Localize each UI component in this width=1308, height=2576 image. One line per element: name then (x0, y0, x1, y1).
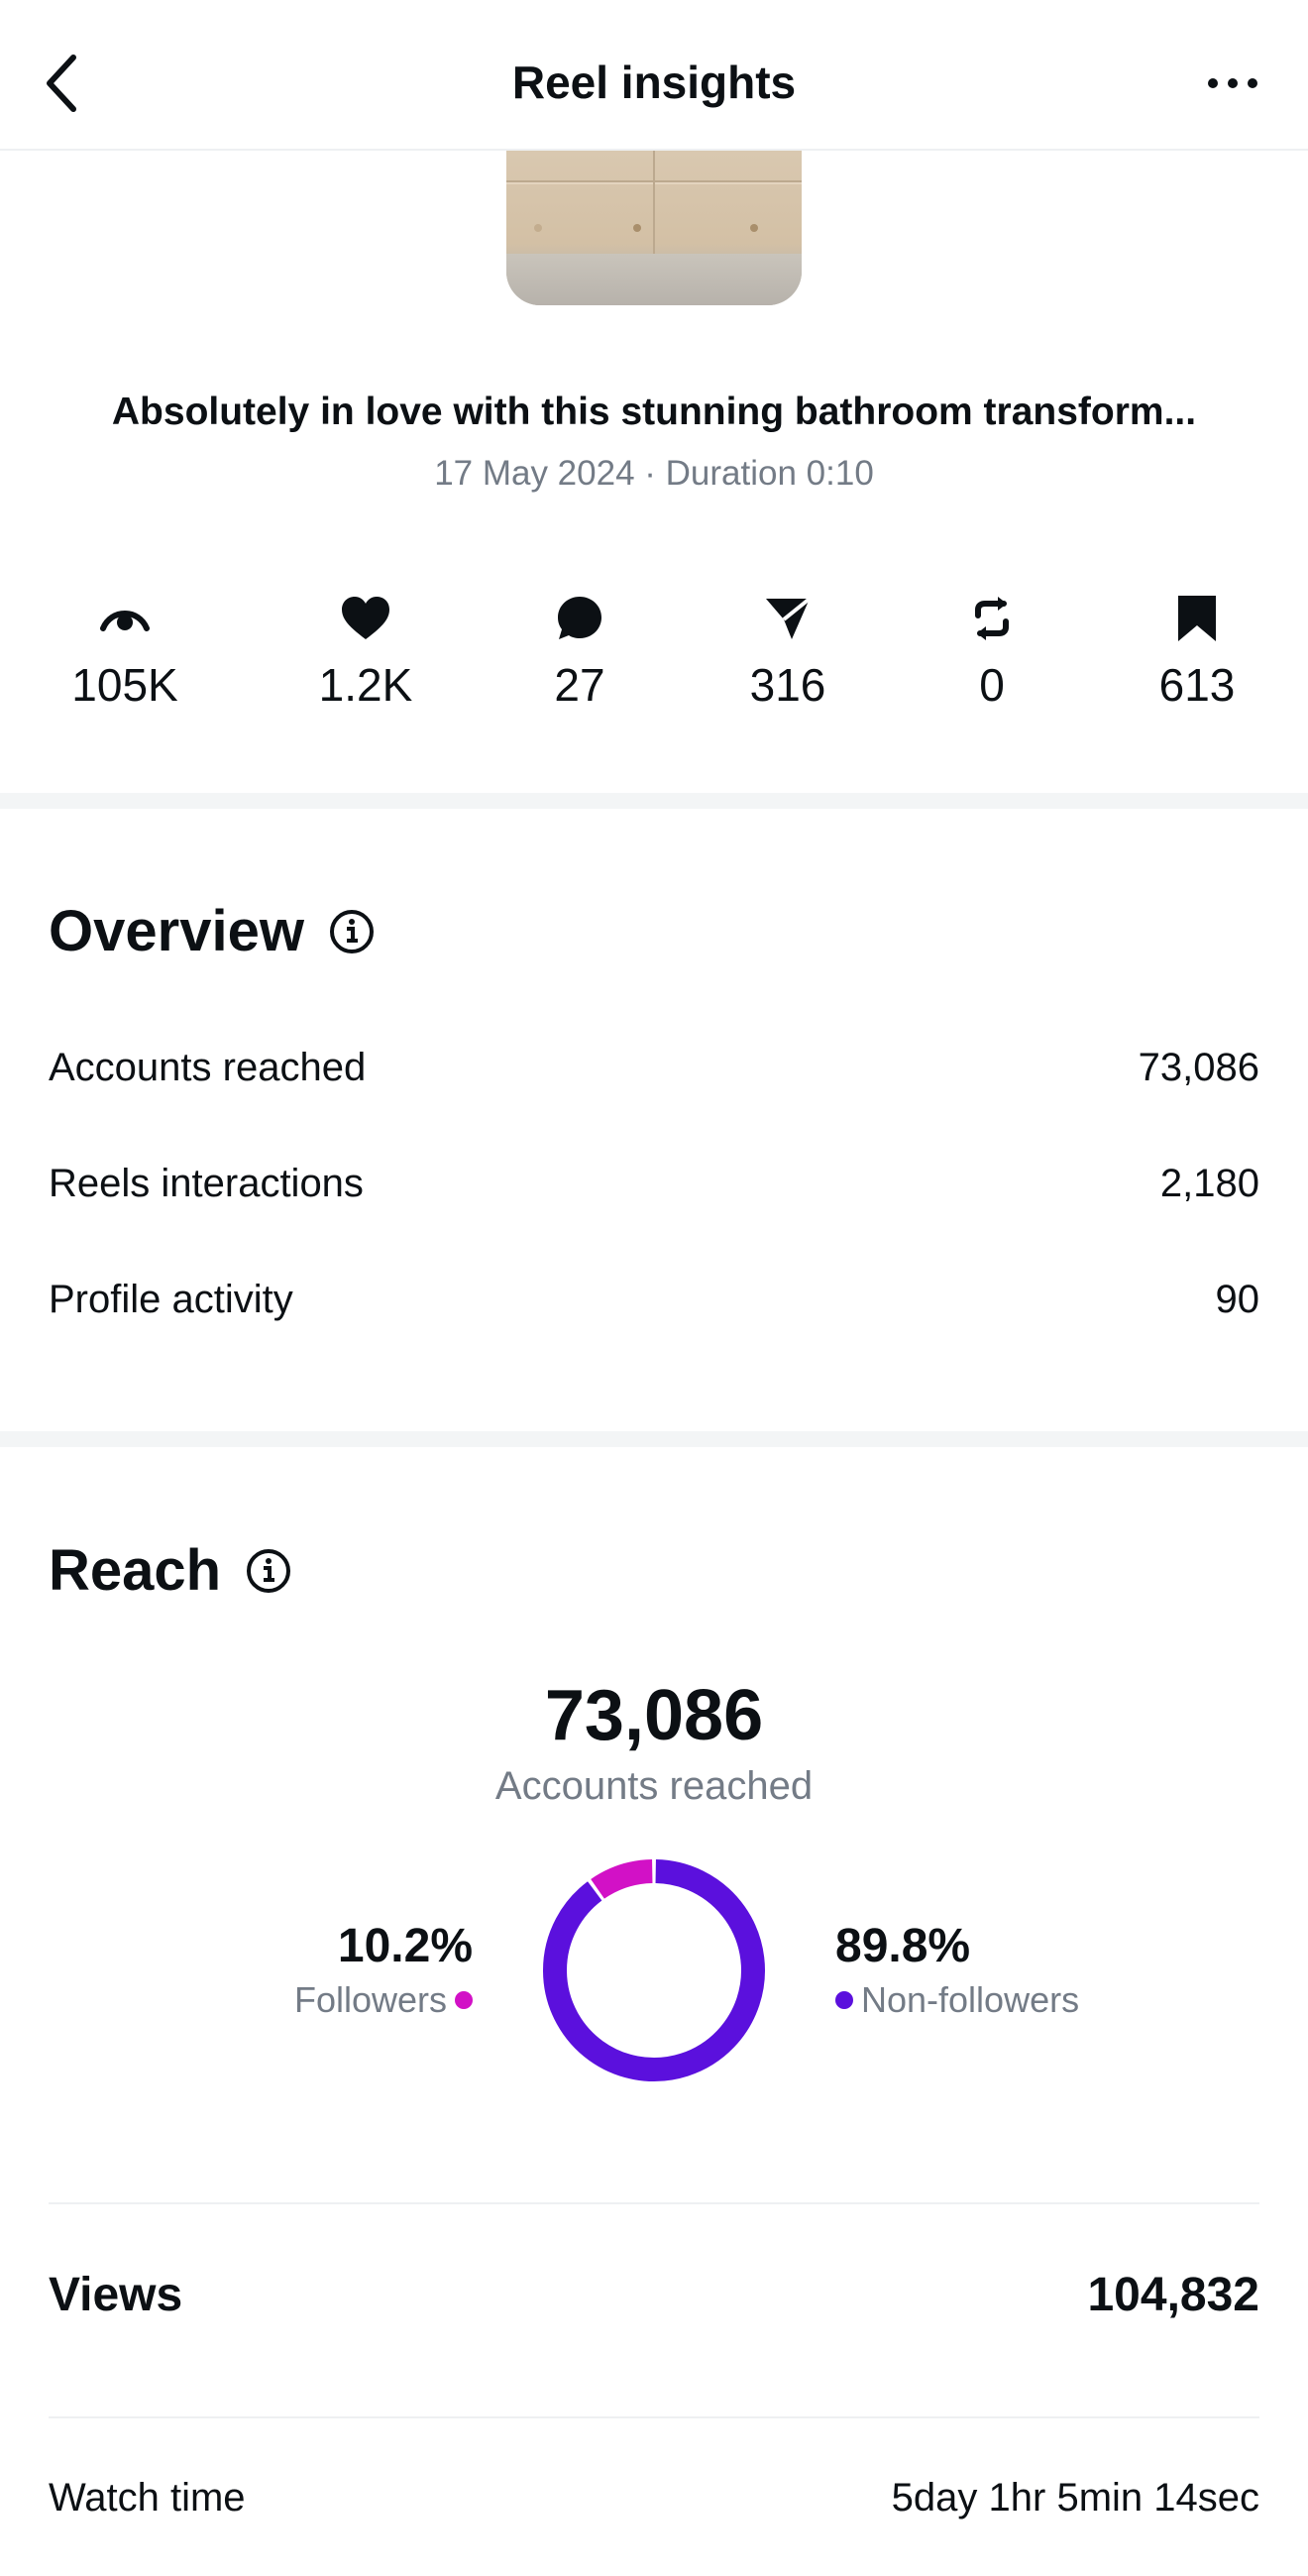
stat-value: 0 (979, 659, 1005, 711)
watch-time-row[interactable]: Watch time 5day 1hr 5min 14sec (49, 2476, 1259, 2520)
reel-stats: 105K 1.2K 27 316 0 613 (0, 591, 1308, 720)
followers-arc (591, 1859, 653, 1899)
bookmark-icon (1178, 596, 1216, 641)
stat-value: 105K (71, 659, 178, 711)
row-value: 2,180 (1159, 1161, 1259, 1205)
divider-line (49, 2202, 1259, 2204)
more-horizontal-icon (1208, 78, 1257, 88)
watch-time-value: 5day 1hr 5min 14sec (891, 2476, 1259, 2520)
followers-percent: 10.2% (337, 1920, 473, 1972)
reel-caption: Absolutely in love with this stunning ba… (111, 391, 1197, 433)
overview-row-profile-activity[interactable]: Profile activity 90 (49, 1270, 1259, 1329)
stat-comments: 27 (481, 591, 679, 712)
overview-row-reels-interactions[interactable]: Reels interactions 2,180 (49, 1154, 1259, 1213)
more-options-button[interactable] (1197, 56, 1268, 111)
info-icon[interactable] (328, 908, 376, 955)
stat-value: 27 (554, 659, 605, 711)
row-value: 90 (1215, 1277, 1260, 1321)
followers-dot (455, 1991, 473, 2009)
legend-non-followers: 89.8% Non-followers (835, 1919, 1079, 2021)
section-divider (0, 1431, 1308, 1447)
stat-value: 613 (1158, 659, 1236, 711)
stat-likes: 1.2K (267, 591, 465, 712)
overview-title: Overview (49, 898, 376, 964)
row-value: 73,086 (1138, 1045, 1259, 1089)
top-bar: Reel insights (0, 0, 1308, 151)
watch-time-label: Watch time (49, 2476, 246, 2520)
overview-title-text: Overview (49, 899, 304, 963)
heart-icon (342, 597, 389, 639)
overview-row-accounts-reached[interactable]: Accounts reached 73,086 (49, 1038, 1259, 1097)
reach-donut-chart (543, 1859, 765, 2081)
share-icon (766, 597, 812, 639)
stat-reposts: 0 (893, 591, 1091, 712)
reach-title: Reach (49, 1537, 292, 1604)
stat-shares: 316 (689, 591, 887, 712)
stat-saves: 613 (1098, 591, 1296, 712)
reel-thumbnail[interactable] (506, 151, 802, 305)
divider-line (49, 2416, 1259, 2418)
followers-label: Followers (293, 1979, 447, 2020)
eye-icon (100, 611, 150, 631)
reach-total: 73,086 (544, 1676, 764, 1755)
non-followers-dot (835, 1991, 853, 2009)
non-followers-label: Non-followers (861, 1979, 1080, 2020)
reach-title-text: Reach (49, 1538, 222, 1603)
legend-followers: 10.2% Followers (294, 1919, 473, 2021)
comment-icon (558, 597, 601, 639)
row-label: Profile activity (49, 1277, 293, 1321)
views-row[interactable]: Views 104,832 (49, 2268, 1259, 2322)
row-label: Accounts reached (49, 1045, 367, 1089)
views-value: 104,832 (1087, 2269, 1259, 2321)
row-label: Reels interactions (49, 1161, 364, 1205)
stat-value: 316 (749, 659, 826, 711)
reel-meta: 17 May 2024 · Duration 0:10 (434, 454, 874, 493)
reach-total-label: Accounts reached (494, 1764, 814, 1808)
stat-views: 105K (26, 591, 224, 712)
non-followers-arc (543, 1859, 765, 2081)
stat-value: 1.2K (318, 659, 413, 711)
non-followers-percent: 89.8% (835, 1920, 971, 1972)
section-divider (0, 793, 1308, 809)
page-title: Reel insights (511, 56, 797, 108)
info-icon[interactable] (245, 1547, 292, 1595)
repost-icon (975, 597, 1009, 640)
views-label: Views (49, 2269, 183, 2321)
